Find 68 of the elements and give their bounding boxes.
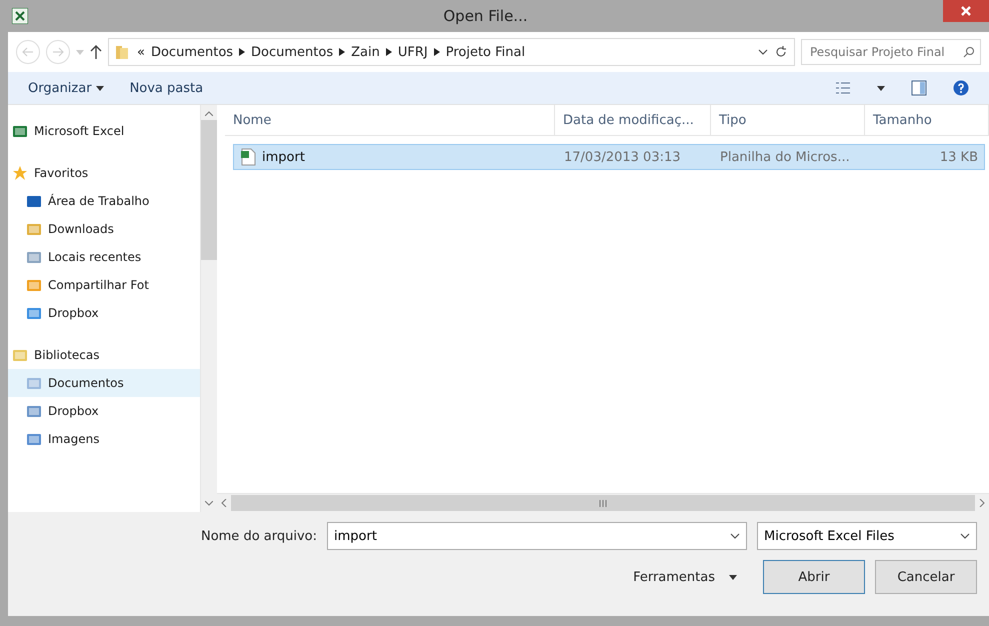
sidebar-item[interactable]: Documentos xyxy=(8,369,200,397)
column-header[interactable]: Tamanho xyxy=(865,105,989,135)
breadcrumb[interactable]: Projeto Final xyxy=(446,44,526,60)
scroll-thumb[interactable] xyxy=(201,120,217,260)
file-type-dropdown[interactable]: Microsoft Excel Files xyxy=(757,522,977,550)
column-header[interactable]: Data de modificaç... xyxy=(555,105,711,135)
sidebar-group[interactable]: Bibliotecas xyxy=(8,341,200,369)
chevron-right-icon[interactable] xyxy=(239,48,246,56)
star-icon xyxy=(12,165,28,181)
table-cell-text: 17/03/2013 03:13 xyxy=(563,150,682,164)
caret-icon xyxy=(96,86,104,90)
search-field[interactable]: Pesquisar Projeto Final xyxy=(801,39,981,65)
help-icon[interactable] xyxy=(953,80,969,96)
sidebar-item[interactable]: Compartilhar Fot xyxy=(8,271,200,299)
sidebar-item[interactable]: Imagens xyxy=(8,425,200,453)
chevron-up-icon[interactable] xyxy=(205,111,213,116)
sidebar-group[interactable]: Favoritos xyxy=(8,159,200,187)
sidebar-item[interactable]: Locais recentes xyxy=(8,243,200,271)
vertical-scrollbar[interactable] xyxy=(200,105,217,512)
arrow-up-icon[interactable] xyxy=(90,45,102,59)
sidebar-item[interactable]: Dropbox xyxy=(8,299,200,327)
caret-icon xyxy=(76,50,84,54)
filename-label: Nome do arquivo: xyxy=(200,528,317,544)
sidebar-item[interactable]: Dropbox xyxy=(8,397,200,425)
file-row[interactable]: import 17/03/2013 03:13 Planilha do Micros... 13 KB xyxy=(233,144,985,170)
close-icon xyxy=(961,6,971,16)
preview-pane-icon[interactable] xyxy=(911,80,927,96)
column-header[interactable]: Tipo xyxy=(711,105,865,135)
window-title: Open File... xyxy=(442,7,529,25)
chevron-right-icon[interactable] xyxy=(386,48,392,56)
breadcrumb[interactable]: Documentos xyxy=(251,44,334,60)
table-cell-text: 13 KB xyxy=(938,150,979,164)
caret-icon xyxy=(960,533,970,539)
sidebar-item[interactable]: Área de Trabalho xyxy=(8,187,200,215)
caret-icon xyxy=(877,86,885,90)
grip-icon xyxy=(599,500,607,506)
sidebar-item[interactable]: Downloads xyxy=(8,215,200,243)
breadcrumb[interactable]: Documentos xyxy=(150,44,234,60)
chevron-right-icon[interactable] xyxy=(434,48,440,56)
arrow-right-icon xyxy=(52,47,64,57)
breadcrumb[interactable]: Zain xyxy=(351,44,380,60)
caret-icon xyxy=(729,574,737,580)
view-options-icon[interactable] xyxy=(835,81,851,95)
file-name: import xyxy=(234,148,556,166)
filename-field[interactable]: import xyxy=(327,522,747,550)
organize-menu[interactable]: Organizar xyxy=(28,80,104,96)
column-header[interactable]: Nome xyxy=(225,105,555,135)
horizontal-scrollbar[interactable] xyxy=(217,493,989,512)
arrow-left-icon xyxy=(22,47,34,57)
tools-menu[interactable]: Ferramentas xyxy=(633,570,737,584)
overflow-chevron[interactable]: « xyxy=(137,44,145,60)
scroll-thumb[interactable] xyxy=(231,495,975,511)
spreadsheet-file-icon xyxy=(240,148,256,166)
new-folder-button[interactable]: Nova pasta xyxy=(130,80,204,96)
caret-icon xyxy=(758,49,768,55)
refresh-icon[interactable] xyxy=(774,45,788,59)
address-bar[interactable]: « Documentos Documentos Zain UFRJ Projeto Final xyxy=(108,38,795,66)
open-button[interactable]: Abrir xyxy=(763,560,865,594)
table-cell-text: Planilha do Micros... xyxy=(719,150,851,164)
breadcrumb[interactable]: UFRJ xyxy=(398,44,428,60)
chevron-down-icon[interactable] xyxy=(205,501,213,506)
sidebar-group[interactable]: Microsoft Excel xyxy=(8,117,200,145)
chevron-right-icon[interactable] xyxy=(339,48,346,56)
cancel-button[interactable]: Cancelar xyxy=(875,560,977,594)
close-button[interactable] xyxy=(943,0,989,22)
caret-icon xyxy=(730,533,740,539)
monitor-icon xyxy=(26,193,42,209)
search-icon xyxy=(963,46,975,58)
